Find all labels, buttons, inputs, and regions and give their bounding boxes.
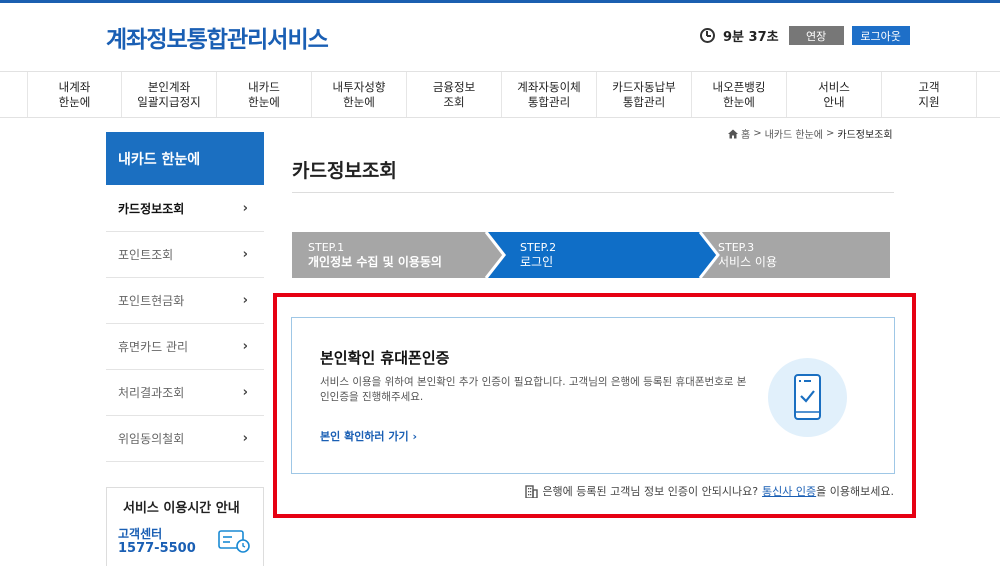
phone-check-icon — [794, 374, 821, 420]
building-icon — [525, 484, 539, 498]
gnb-item-financial-info[interactable]: 금융정보 조회 — [407, 72, 502, 117]
gnb-item-my-accounts[interactable]: 내계좌 한눈에 — [27, 72, 122, 117]
global-nav: 내계좌 한눈에 본인계좌 일괄지급정지 내카드 한눈에 내투자성향 한눈에 금융… — [0, 71, 1000, 118]
page-title: 카드정보조회 — [292, 160, 397, 182]
logout-button[interactable]: 로그아웃 — [851, 26, 910, 45]
step-2-number: STEP.2 — [520, 241, 557, 254]
gnb-item-my-cards[interactable]: 내카드 한눈에 — [217, 72, 312, 117]
gnb-item-open-banking[interactable]: 내오픈뱅킹 한눈에 — [692, 72, 787, 117]
phone-illustration — [768, 358, 847, 437]
sidebar-item-points[interactable]: 포인트조회 › — [106, 232, 264, 278]
gnb-item-card-autopay[interactable]: 카드자동납부 통합관리 — [597, 72, 692, 117]
side-nav: 카드정보조회 › 포인트조회 › 포인트현금화 › 휴면카드 관리 › 처리결과… — [106, 186, 264, 462]
top-accent-bar — [0, 0, 1000, 3]
title-divider — [292, 192, 894, 193]
breadcrumb-level1[interactable]: 내카드 한눈에 — [765, 126, 823, 141]
customer-support-icon — [218, 530, 250, 553]
gnb-item-account-autotransfer[interactable]: 계좌자동이체 통합관리 — [502, 72, 597, 117]
extend-session-button[interactable]: 연장 — [788, 26, 844, 45]
step-1: STEP.1 개인정보 수집 및 이용동의 — [308, 241, 442, 269]
gnb-item-customer-support[interactable]: 고객 지원 — [882, 72, 977, 117]
verify-link-label: 본인 확인하러 가기 — [320, 430, 409, 443]
home-icon — [728, 129, 738, 138]
step-3-number: STEP.3 — [718, 241, 755, 254]
sidebar-item-label: 처리결과조회 — [118, 386, 185, 400]
breadcrumb-home[interactable]: 홈 — [741, 126, 750, 141]
verify-identity-link[interactable]: 본인 확인하러 가기 › — [320, 428, 417, 444]
sidebar-item-card-info[interactable]: 카드정보조회 › — [106, 186, 264, 232]
breadcrumb-separator: > — [753, 128, 762, 139]
sidebar-item-point-cash[interactable]: 포인트현금화 › — [106, 278, 264, 324]
step-3: STEP.3 서비스 이용 — [718, 241, 777, 269]
site-title[interactable]: 계좌정보통합관리서비스 — [106, 20, 329, 54]
session-timer: 9분 37초 — [723, 30, 779, 45]
gnb-item-service-guide[interactable]: 서비스 안내 — [787, 72, 882, 117]
sidebar-item-results[interactable]: 처리결과조회 › — [106, 370, 264, 416]
step-2: STEP.2 로그인 — [520, 241, 556, 269]
step-1-number: STEP.1 — [308, 241, 345, 254]
step-1-label: 개인정보 수집 및 이용동의 — [308, 255, 442, 269]
chevron-right-icon: › — [408, 430, 417, 443]
customer-center-label: 고객센터 — [118, 527, 163, 541]
session-controls: 9분 37초 연장 로그아웃 — [700, 26, 910, 45]
breadcrumb-current: 카드정보조회 — [837, 130, 893, 141]
side-nav-title: 내카드 한눈에 — [106, 132, 264, 185]
sidebar-item-label: 카드정보조회 — [118, 202, 185, 216]
auth-card-title: 본인확인 휴대폰인증 — [320, 349, 450, 367]
chevron-right-icon: › — [242, 247, 248, 262]
phone-auth-card: 본인확인 휴대폰인증 서비스 이용을 위하여 본인확인 추가 인증이 필요합니다… — [291, 317, 895, 474]
step-2-label: 로그인 — [520, 255, 554, 269]
chevron-right-icon: › — [242, 201, 248, 216]
service-hours-box[interactable]: 서비스 이용시간 안내 고객센터 1577-5500 — [106, 487, 264, 566]
breadcrumb-separator: > — [825, 128, 835, 139]
step-3-label: 서비스 이용 — [718, 255, 778, 269]
clock-icon — [700, 28, 715, 43]
service-hours-title: 서비스 이용시간 안내 — [123, 501, 240, 516]
telecom-auth-notice: 은행에 등록된 고객님 정보 인증이 안되시나요? 통신사 인증 을 이용해보세요… — [525, 483, 894, 499]
notice-suffix: 을 이용해보세요. — [816, 485, 894, 498]
step-indicator: STEP.1 개인정보 수집 및 이용동의 STEP.2 로그인 STEP.3 서비스… — [292, 232, 890, 278]
sidebar-item-label: 포인트현금화 — [118, 294, 185, 308]
telecom-auth-link[interactable]: 통신사 인증 — [762, 483, 816, 499]
sidebar-item-label: 위임동의철회 — [118, 432, 185, 446]
sidebar-item-consent-withdraw[interactable]: 위임동의철회 › — [106, 416, 264, 462]
customer-center-phone: 1577-5500 — [118, 541, 196, 556]
auth-card-description: 서비스 이용을 위하여 본인확인 추가 인증이 필요합니다. 고객님의 은행에 … — [320, 376, 747, 403]
gnb-item-investment-profile[interactable]: 내투자성향 한눈에 — [312, 72, 407, 117]
sidebar-item-dormant-cards[interactable]: 휴면카드 관리 › — [106, 324, 264, 370]
sidebar-item-label: 포인트조회 — [118, 248, 174, 262]
chevron-right-icon: › — [242, 339, 248, 354]
chevron-right-icon: › — [242, 385, 248, 400]
chevron-right-icon: › — [242, 431, 248, 446]
notice-text: 은행에 등록된 고객님 정보 인증이 안되시나요? — [542, 485, 759, 498]
chevron-right-icon: › — [242, 293, 248, 308]
sidebar-item-label: 휴면카드 관리 — [118, 340, 189, 354]
gnb-item-payment-stop[interactable]: 본인계좌 일괄지급정지 — [122, 72, 217, 117]
breadcrumb: 홈 > 내카드 한눈에 > 카드정보조회 — [728, 126, 893, 141]
